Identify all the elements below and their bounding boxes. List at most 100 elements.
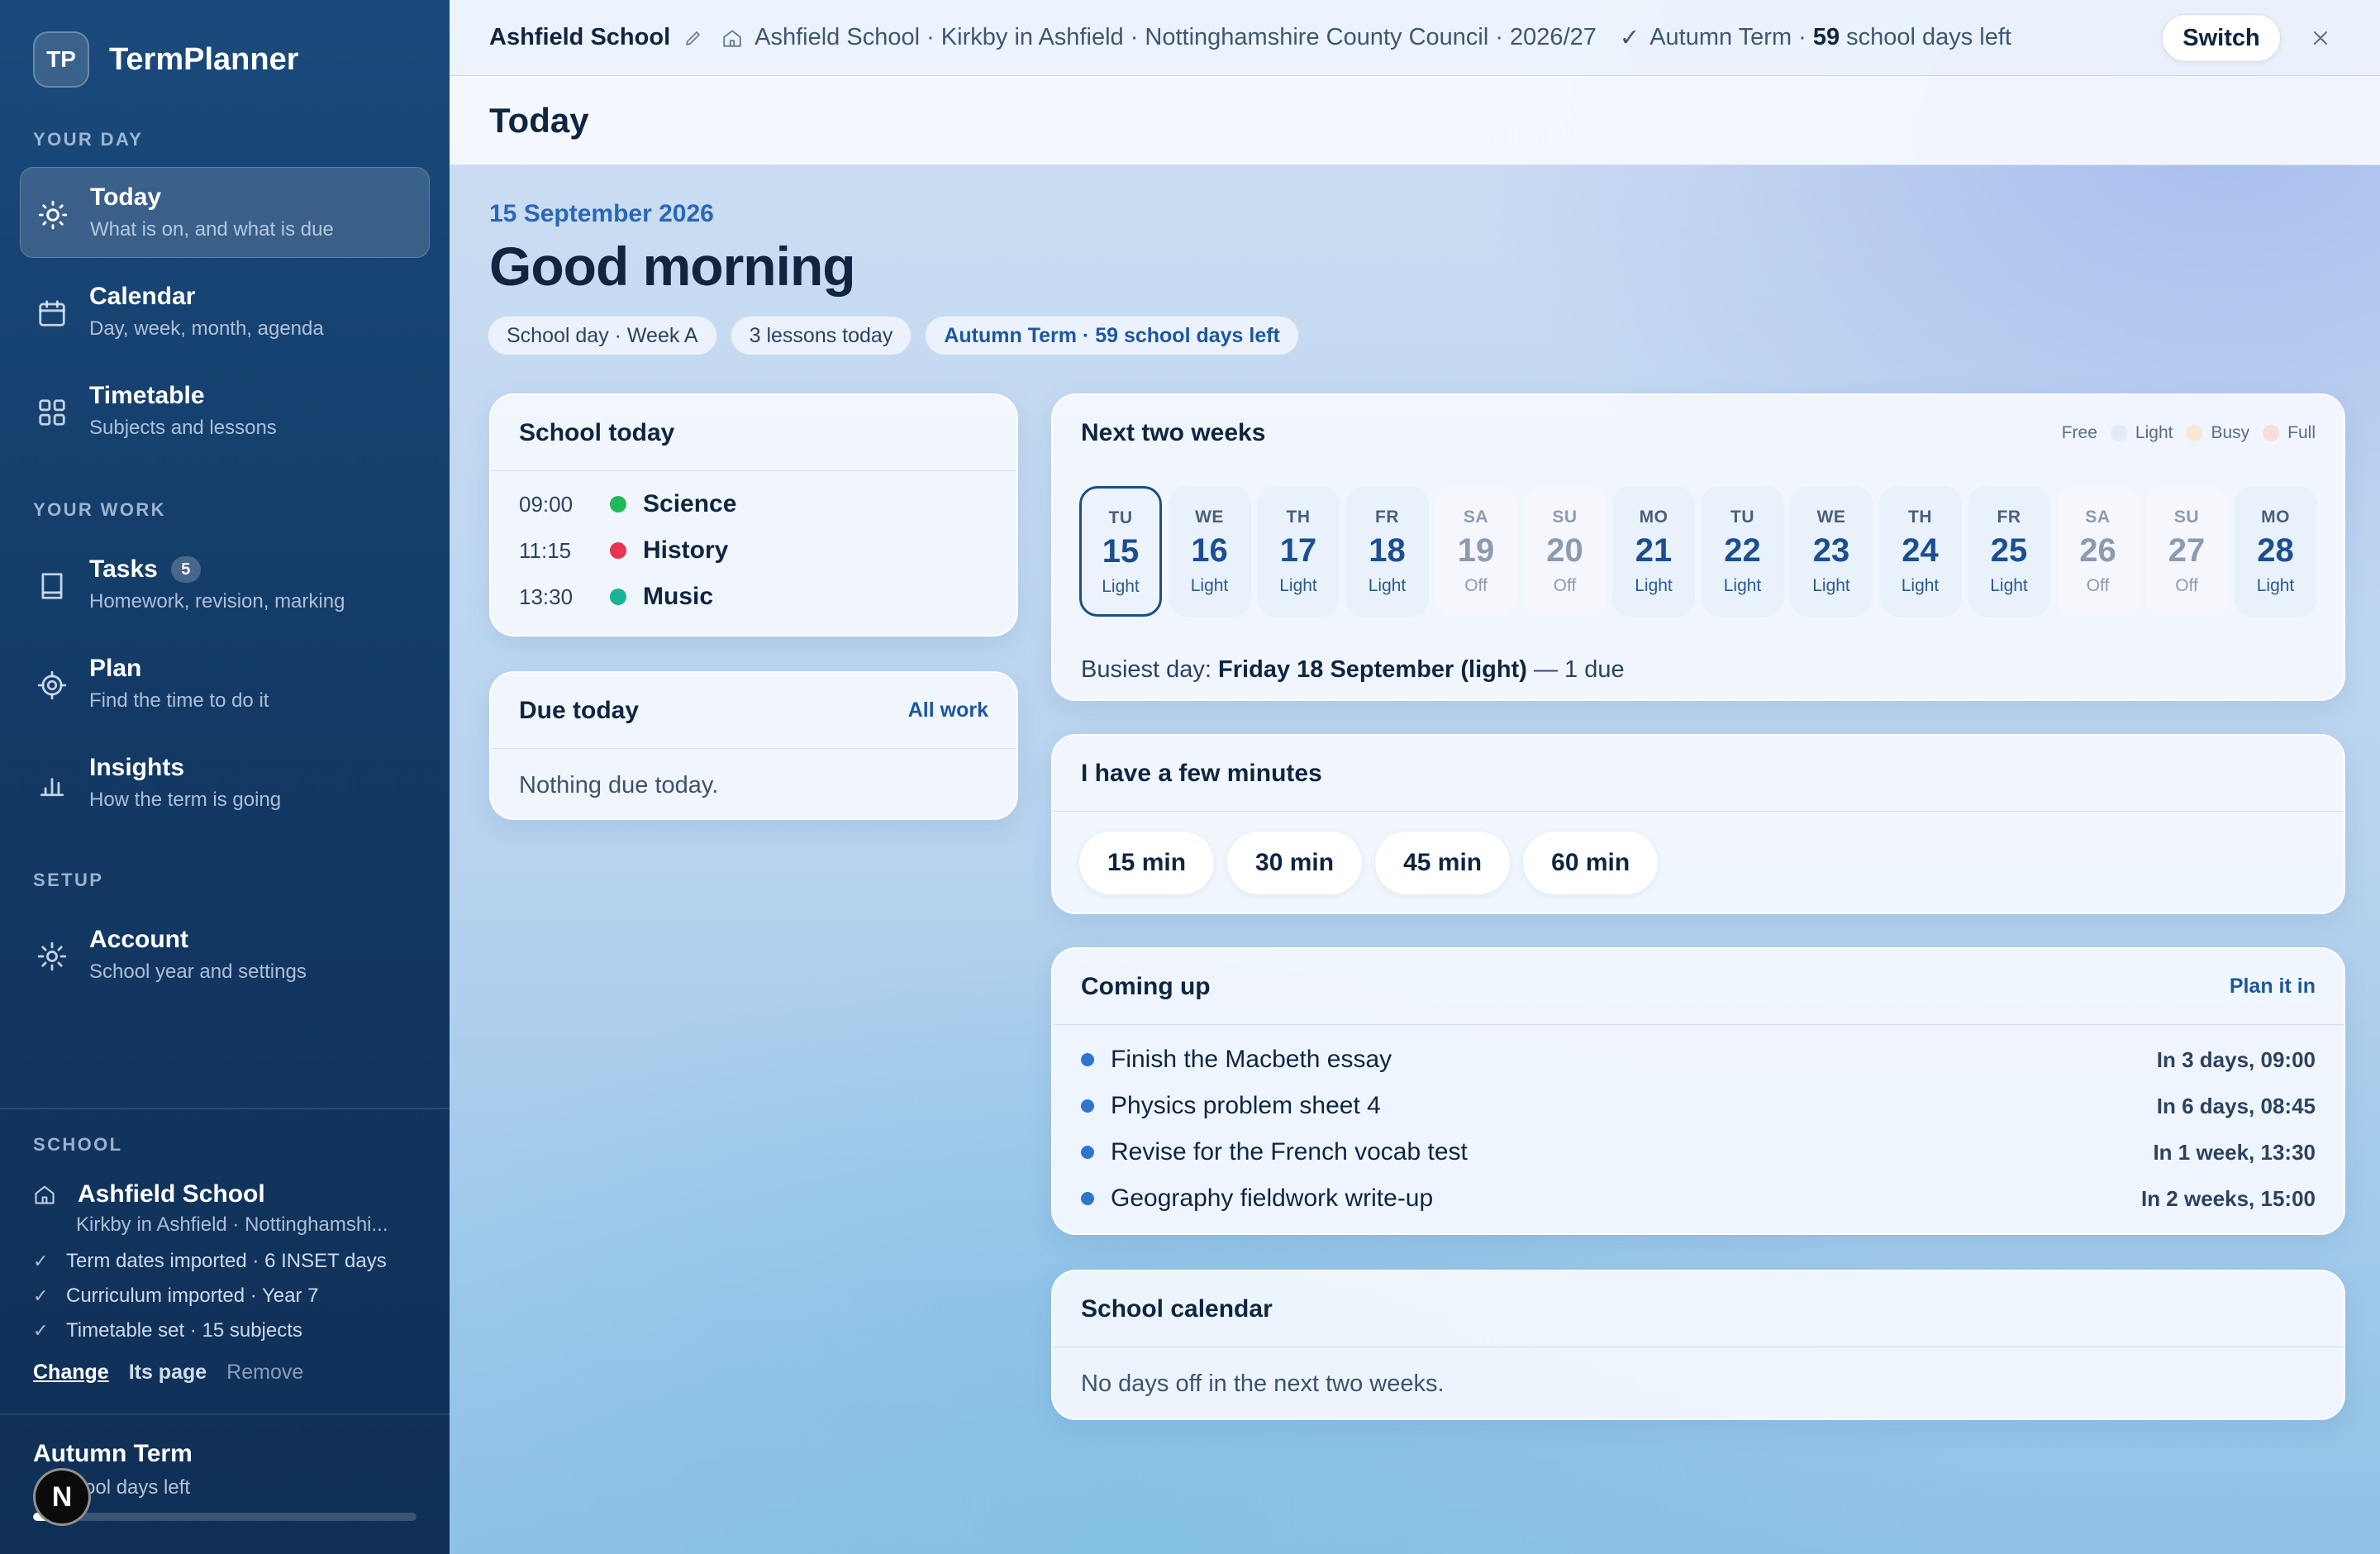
busiest-label: Busiest day:	[1081, 656, 1211, 683]
upcoming-item[interactable]: Finish the Macbeth essay In 3 days, 09:00	[1053, 1037, 2344, 1083]
day-load-label: Light	[1990, 576, 2028, 595]
section-label-your-day: YOUR DAY	[33, 129, 144, 150]
day-number: 15	[1102, 533, 1140, 570]
lesson-row[interactable]: 13:30 Music	[491, 574, 1016, 620]
switch-school-button[interactable]: Switch	[2162, 14, 2281, 62]
sidebar-item-title: Plan	[89, 655, 142, 682]
legend-item: Busy	[2186, 423, 2249, 443]
upcoming-item[interactable]: Physics problem sheet 4 In 6 days, 08:45	[1053, 1083, 2344, 1129]
term-progress-bar	[33, 1513, 416, 1521]
day-cell[interactable]: SA 19 Off	[1435, 486, 1517, 617]
page-header: Today	[450, 76, 2380, 165]
all-work-link[interactable]: All work	[908, 698, 988, 722]
subject-color-dot	[610, 589, 626, 605]
time-option-button[interactable]: 60 min	[1523, 832, 1659, 894]
day-load-label: Off	[2175, 576, 2198, 595]
legend-swatch	[2110, 425, 2127, 441]
time-option-button[interactable]: 15 min	[1079, 832, 1215, 894]
sidebar-item-subtitle: What is on, and what is due	[90, 218, 334, 241]
lesson-row[interactable]: 11:15 History	[491, 527, 1016, 574]
target-icon	[37, 670, 67, 700]
sidebar-item-tasks[interactable]: Tasks 5 Homework, revision, marking	[20, 539, 430, 630]
school-status-item: ✓ Curriculum imported · Year 7	[33, 1285, 319, 1307]
lesson-list: 09:00 Science 11:15 History 13:30 Music	[491, 471, 1016, 620]
day-cell[interactable]: MO 28 Light	[2234, 486, 2317, 617]
sidebar-item-subtitle: Subjects and lessons	[89, 417, 277, 439]
upcoming-item[interactable]: Geography fieldwork write-up In 2 weeks, …	[1053, 1175, 2344, 1222]
card-title: School today	[519, 418, 675, 446]
day-cell[interactable]: SA 26 Off	[2056, 486, 2140, 617]
card-header: School today	[491, 395, 1016, 471]
remove-school-link[interactable]: Remove	[226, 1361, 303, 1385]
day-load-label: Light	[1812, 576, 1850, 595]
upcoming-due: In 3 days, 09:00	[2156, 1046, 2316, 1072]
school-icon	[35, 1185, 55, 1204]
brand[interactable]: TP TermPlanner	[33, 31, 298, 88]
card-header: Next two weeks Free Light Busy Full	[1053, 395, 2344, 471]
day-cell[interactable]: TU 15 Light	[1079, 486, 1162, 617]
sidebar-item-insights[interactable]: Insights How the term is going	[20, 737, 430, 828]
time-option-button[interactable]: 45 min	[1375, 832, 1511, 894]
day-cell[interactable]: SU 20 Off	[1523, 486, 1606, 617]
day-number: 17	[1279, 532, 1317, 569]
legend-label: Free	[2061, 423, 2097, 442]
sidebar-item-subtitle: School year and settings	[89, 961, 307, 983]
card-title: Due today	[519, 696, 640, 724]
school-status-item: ✓ Term dates imported · 6 INSET days	[33, 1250, 387, 1272]
legend-label: Full	[2287, 423, 2316, 442]
school-page-link[interactable]: Its page	[129, 1361, 207, 1385]
school-location: Kirkby in Ashfield · Nottinghamshi...	[76, 1213, 388, 1236]
school-calendar-card: School calendar No days off in the next …	[1051, 1270, 2345, 1420]
tasks-count-badge: 5	[170, 556, 201, 583]
avatar[interactable]: N	[33, 1468, 91, 1526]
legend-label: Busy	[2211, 423, 2250, 442]
day-load-label: Light	[2256, 576, 2295, 595]
day-cell[interactable]: TU 22 Light	[1701, 486, 1784, 617]
school-today-card: School today 09:00 Science 11:15 History 13:…	[489, 393, 1018, 636]
sidebar-item-title: Insights	[89, 754, 185, 781]
calendar-icon	[39, 300, 65, 327]
sidebar-item-today[interactable]: Today What is on, and what is due	[20, 167, 430, 258]
sidebar-item-plan[interactable]: Plan Find the time to do it	[20, 638, 430, 729]
sidebar-item-timetable[interactable]: Timetable Subjects and lessons	[20, 365, 430, 456]
legend-item: Free	[2036, 423, 2097, 443]
day-cell[interactable]: WE 23 Light	[1790, 486, 1873, 617]
main-content: Ashfield School Ashfield School · Kirkby…	[450, 0, 2380, 1554]
app-name: TermPlanner	[109, 41, 299, 77]
day-number: 27	[2168, 532, 2206, 569]
day-cell[interactable]: WE 16 Light	[1168, 486, 1251, 617]
busiest-day-summary: Busiest day: Friday 18 September (light)…	[1081, 656, 1625, 684]
day-load-label: Off	[2086, 576, 2110, 595]
change-school-link[interactable]: Change	[33, 1361, 109, 1385]
term-days-count: 59	[1812, 24, 1840, 50]
lesson-time: 09:00	[519, 491, 574, 517]
bullet-icon	[1081, 1192, 1094, 1205]
upcoming-title: Geography fieldwork write-up	[1111, 1185, 1434, 1212]
busiest-day: Friday 18 September (light)	[1218, 656, 1527, 683]
day-strip: TU 15 Light WE 16 Light TH 17 Light FR 18 Light SA 19…	[1079, 486, 2323, 617]
upcoming-title: Revise for the French vocab test	[1111, 1138, 1468, 1166]
sidebar-item-calendar[interactable]: Calendar Day, week, month, agenda	[20, 266, 430, 357]
day-cell[interactable]: FR 25 Light	[1968, 486, 2050, 617]
day-cell[interactable]: MO 21 Light	[1612, 486, 1695, 617]
day-cell[interactable]: SU 27 Off	[2145, 486, 2228, 617]
upcoming-item[interactable]: Revise for the French vocab test In 1 wee…	[1053, 1129, 2344, 1175]
day-cell[interactable]: FR 18 Light	[1345, 486, 1429, 617]
lesson-subject: Music	[643, 583, 714, 610]
sidebar-item-account[interactable]: Account School year and settings	[20, 909, 430, 1000]
card-header: School calendar	[1053, 1271, 2344, 1347]
busiest-due-count: — 1 due	[1533, 656, 1625, 683]
day-weekday: WE	[1816, 508, 1846, 527]
lesson-row[interactable]: 09:00 Science	[491, 481, 1016, 527]
day-cell[interactable]: TH 24 Light	[1878, 486, 1962, 617]
day-cell[interactable]: TH 17 Light	[1257, 486, 1340, 617]
sidebar-item-subtitle: Homework, revision, marking	[89, 590, 345, 613]
close-icon[interactable]	[2304, 21, 2337, 55]
bullet-icon	[1081, 1099, 1094, 1113]
day-number: 28	[2257, 532, 2294, 569]
day-weekday: TH	[1286, 508, 1311, 527]
pencil-icon[interactable]	[683, 28, 703, 48]
time-option-button[interactable]: 30 min	[1227, 832, 1363, 894]
plan-it-in-link[interactable]: Plan it in	[2230, 975, 2316, 999]
grid-icon	[39, 399, 65, 426]
